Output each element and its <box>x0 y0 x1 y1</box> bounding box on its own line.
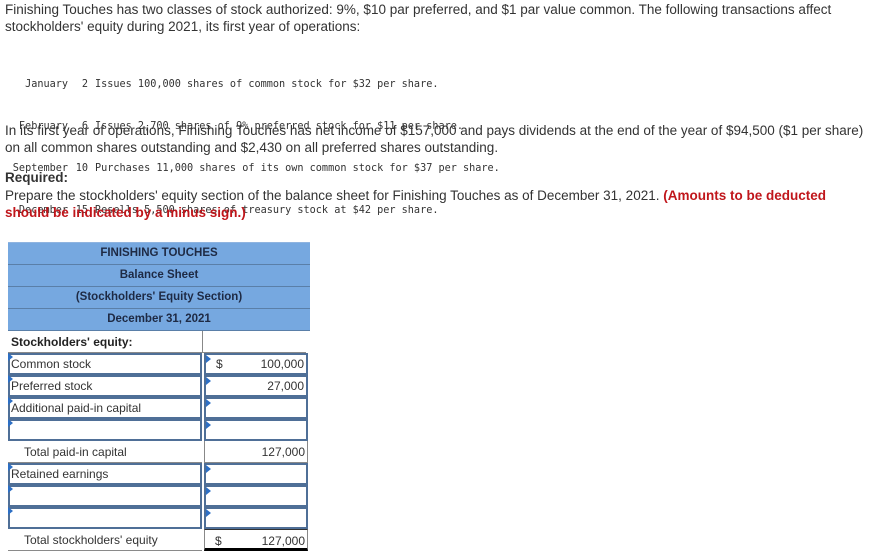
total-equity-label: Total stockholders' equity <box>8 529 202 551</box>
dollar-sign: $ <box>215 534 222 548</box>
required-body: Prepare the stockholders' equity section… <box>5 187 865 221</box>
transaction-row: January 2 Issues 100,000 shares of common … <box>5 78 500 92</box>
row-label: Additional paid-in capital <box>11 401 142 415</box>
blank-row <box>8 507 310 529</box>
dropdown-marker-icon <box>8 507 13 515</box>
preferred-stock-label-input[interactable]: Preferred stock <box>8 375 202 397</box>
transaction-day: 2 <box>81 79 88 90</box>
statement-title-header: Balance Sheet <box>8 265 310 287</box>
dollar-sign: $ <box>216 357 223 371</box>
dropdown-marker-icon <box>206 509 211 517</box>
total-equity-value: $127,000 <box>204 529 308 551</box>
blank-row <box>8 485 310 507</box>
amount-value: 127,000 <box>261 445 305 459</box>
dropdown-marker-icon <box>206 355 211 363</box>
dropdown-marker-icon <box>206 421 211 429</box>
blank-label-input[interactable] <box>8 419 202 441</box>
section-label-row: Stockholders' equity: <box>8 331 310 353</box>
amount-value: 27,000 <box>267 379 304 393</box>
dropdown-marker-icon <box>8 397 13 405</box>
balance-sheet-form: FINISHING TOUCHES Balance Sheet (Stockho… <box>8 242 310 551</box>
apic-amount-input[interactable] <box>204 397 308 419</box>
total-paid-in-row: Total paid-in capital 127,000 <box>8 441 310 463</box>
transaction-month: January <box>25 79 68 90</box>
common-stock-row: Common stock $100,000 <box>8 353 310 375</box>
income-paragraph: In its first year of operations, Finishi… <box>5 123 864 155</box>
empty-cell <box>202 331 306 353</box>
required-heading: Required: <box>5 170 69 185</box>
dropdown-marker-icon <box>206 377 211 385</box>
preferred-stock-row: Preferred stock 27,000 <box>8 375 310 397</box>
common-stock-amount-input[interactable]: $100,000 <box>204 353 308 375</box>
blank-amount-input[interactable] <box>204 507 308 529</box>
retained-earnings-label-input[interactable]: Retained earnings <box>8 463 202 485</box>
amount-value: 100,000 <box>260 357 304 371</box>
stockholders-equity-label: Stockholders' equity: <box>8 331 202 353</box>
blank-amount-input[interactable] <box>204 419 308 441</box>
total-equity-row: Total stockholders' equity $127,000 <box>8 529 310 551</box>
transaction-text: Purchases 11,000 shares of its own commo… <box>95 163 500 174</box>
total-paid-in-label: Total paid-in capital <box>8 441 202 463</box>
date-header: December 31, 2021 <box>8 309 310 331</box>
dropdown-marker-icon <box>8 485 13 493</box>
transaction-text: Issues 100,000 shares of common stock fo… <box>95 79 439 90</box>
blank-row <box>8 419 310 441</box>
row-label: Common stock <box>11 357 92 371</box>
row-label: Preferred stock <box>11 379 93 393</box>
total-paid-in-value: 127,000 <box>204 441 308 463</box>
dropdown-marker-icon <box>206 487 211 495</box>
dropdown-marker-icon <box>8 463 13 471</box>
apic-label-input[interactable]: Additional paid-in capital <box>8 397 202 419</box>
dropdown-marker-icon <box>8 419 13 427</box>
section-title-header: (Stockholders' Equity Section) <box>8 287 310 309</box>
retained-earnings-amount-input[interactable] <box>204 463 308 485</box>
transaction-row: September 10 Purchases 11,000 shares of it… <box>5 162 500 176</box>
dropdown-marker-icon <box>206 399 211 407</box>
common-stock-label-input[interactable]: Common stock <box>8 353 202 375</box>
retained-earnings-row: Retained earnings <box>8 463 310 485</box>
blank-amount-input[interactable] <box>204 485 308 507</box>
amount-value: 127,000 <box>261 534 305 548</box>
row-label: Retained earnings <box>11 467 109 481</box>
apic-row: Additional paid-in capital <box>8 397 310 419</box>
intro-paragraph: Finishing Touches has two classes of sto… <box>5 2 832 34</box>
dropdown-marker-icon <box>206 465 211 473</box>
dropdown-marker-icon <box>8 353 13 361</box>
transaction-day: 10 <box>75 163 88 174</box>
company-name-header: FINISHING TOUCHES <box>8 242 310 265</box>
dropdown-marker-icon <box>8 375 13 383</box>
blank-label-input[interactable] <box>8 507 202 529</box>
blank-label-input[interactable] <box>8 485 202 507</box>
required-instruction: Prepare the stockholders' equity section… <box>5 188 660 203</box>
preferred-stock-amount-input[interactable]: 27,000 <box>204 375 308 397</box>
